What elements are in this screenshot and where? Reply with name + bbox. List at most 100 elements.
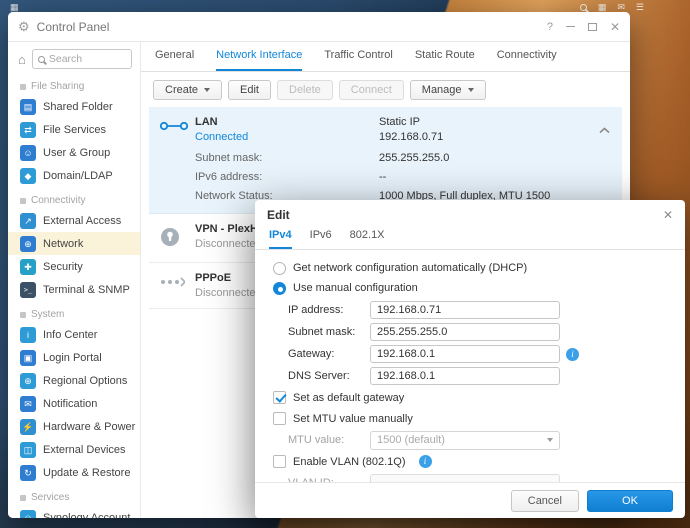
minimize-icon[interactable] [565, 25, 575, 28]
search-input[interactable] [48, 53, 126, 65]
dns-server-row: DNS Server: [288, 366, 667, 386]
section-services: Services [8, 484, 140, 506]
checkbox-mtu-manual[interactable] [273, 412, 286, 425]
ip-address-label: IP address: [288, 304, 344, 316]
tab-ipv6[interactable]: IPv6 [310, 229, 332, 249]
section-icon [20, 83, 26, 90]
delete-button: Delete [277, 80, 333, 100]
interface-row-lan[interactable]: LAN Connected Static IP 192.168.0.71 Sub… [149, 107, 622, 214]
dialog-tab-bar: IPv4 IPv6 802.1X [255, 226, 685, 250]
sidebar-item-notification[interactable]: ✉ Notification [8, 392, 140, 415]
info-icon[interactable]: i [566, 347, 579, 361]
taskbar-left: ▦ [10, 2, 19, 12]
user-group-icon: ☺ [20, 144, 36, 161]
ok-button[interactable]: OK [587, 489, 673, 512]
shared-folder-icon: ▤ [20, 98, 36, 115]
search-icon [37, 55, 45, 63]
terminal-icon: >_ [20, 281, 36, 298]
vlan-option[interactable]: Enable VLAN (802.1Q) i [273, 452, 667, 471]
chevron-up-icon[interactable] [599, 121, 610, 139]
section-icon [20, 197, 26, 204]
subnet-mask-input[interactable] [370, 323, 560, 341]
taskbar-right: ▦ ✉ ☰ [579, 2, 644, 12]
external-access-icon: ↗ [20, 212, 36, 229]
sidebar: ⌂ File Sharing ▤ Shared Folder ⇄ File Se… [8, 42, 141, 518]
sidebar-item-external-devices[interactable]: ◫ External Devices [8, 438, 140, 461]
section-connectivity: Connectivity [8, 187, 140, 209]
tab-general[interactable]: General [155, 49, 194, 71]
sidebar-item-terminal-snmp[interactable]: >_ Terminal & SNMP [8, 278, 140, 301]
sidebar-item-regional-options[interactable]: ⊕ Regional Options [8, 369, 140, 392]
lan-link-icon [159, 121, 189, 131]
detail-row: Subnet mask: 255.255.255.0 [195, 152, 450, 164]
radio-dhcp[interactable] [273, 261, 286, 275]
info-icon[interactable]: i [418, 455, 432, 468]
search-icon[interactable] [579, 3, 587, 11]
sidebar-item-update-restore[interactable]: ↻ Update & Restore [8, 461, 140, 484]
maximize-icon[interactable] [587, 22, 597, 31]
sidebar-item-hardware-power[interactable]: ⚡ Hardware & Power [8, 415, 140, 438]
sidebar-item-file-services[interactable]: ⇄ File Services [8, 118, 140, 141]
widgets-icon[interactable]: ▦ [598, 2, 607, 12]
tab-ipv4[interactable]: IPv4 [269, 229, 292, 249]
network-icon: ⊕ [20, 235, 36, 252]
gateway-input[interactable] [370, 345, 560, 363]
tab-static-route[interactable]: Static Route [415, 49, 475, 71]
manual-option[interactable]: Use manual configuration [273, 278, 667, 298]
dialog-title: Edit [267, 208, 290, 222]
radio-manual[interactable] [273, 281, 286, 295]
mtu-value-label: MTU value: [288, 434, 345, 446]
checkbox-default-gateway[interactable] [273, 391, 286, 404]
help-icon[interactable]: ? [547, 21, 553, 33]
ip-address-row: IP address: [288, 300, 667, 320]
tab-8021x[interactable]: 802.1X [350, 229, 385, 249]
tab-bar: General Network Interface Traffic Contro… [141, 42, 630, 72]
gateway-row: Gateway: i [288, 344, 667, 364]
dhcp-option[interactable]: Get network configuration automatically … [273, 258, 667, 278]
section-icon [20, 494, 26, 501]
pppoe-icon [161, 277, 187, 287]
cancel-button[interactable]: Cancel [510, 489, 579, 512]
section-icon [20, 311, 26, 318]
home-icon[interactable]: ⌂ [18, 53, 26, 66]
sidebar-item-network[interactable]: ⊕ Network [8, 232, 140, 255]
sidebar-item-user-group[interactable]: ☺ User & Group [8, 141, 140, 164]
notifications-icon[interactable]: ✉ [617, 2, 625, 12]
sidebar-item-security[interactable]: ✚ Security [8, 255, 140, 278]
checkbox-vlan[interactable] [273, 455, 286, 468]
close-icon[interactable]: ✕ [610, 20, 620, 34]
sidebar-item-synology-account[interactable]: ☺ Synology Account [8, 506, 140, 518]
account-icon: ☺ [20, 509, 36, 518]
user-menu-icon[interactable]: ☰ [636, 2, 644, 12]
mtu-manual-option[interactable]: Set MTU value manually [273, 409, 667, 428]
dns-server-input[interactable] [370, 367, 560, 385]
sidebar-item-external-access[interactable]: ↗ External Access [8, 209, 140, 232]
sidebar-item-shared-folder[interactable]: ▤ Shared Folder [8, 95, 140, 118]
create-button[interactable]: Create [153, 80, 223, 100]
edit-dialog: Edit ✕ IPv4 IPv6 802.1X Get network conf… [255, 200, 685, 518]
sidebar-item-info-center[interactable]: i Info Center [8, 323, 140, 346]
power-icon: ⚡ [20, 418, 36, 435]
main-menu-icon[interactable]: ▦ [10, 2, 19, 12]
refresh-icon: ↻ [20, 464, 36, 481]
section-system: System [8, 301, 140, 323]
ip-address-input[interactable] [370, 301, 560, 319]
sidebar-item-login-portal[interactable]: ▣ Login Portal [8, 346, 140, 369]
tab-traffic-control[interactable]: Traffic Control [324, 49, 392, 71]
sidebar-search[interactable] [31, 49, 132, 69]
dialog-footer: Cancel OK [255, 482, 685, 518]
manage-button[interactable]: Manage [409, 80, 486, 100]
vlan-id-input [370, 474, 560, 482]
edit-button[interactable]: Edit [228, 80, 271, 100]
tab-connectivity[interactable]: Connectivity [497, 49, 557, 71]
close-icon[interactable]: ✕ [663, 208, 673, 222]
shield-icon: ✚ [20, 258, 36, 275]
sidebar-item-domain-ldap[interactable]: ◆ Domain/LDAP [8, 164, 140, 187]
connect-button: Connect [338, 80, 404, 100]
subnet-mask-label: Subnet mask: [288, 326, 356, 338]
vlan-id-row: VLAN ID: [288, 473, 667, 482]
default-gateway-option[interactable]: Set as default gateway [273, 388, 667, 407]
tab-network-interface[interactable]: Network Interface [216, 49, 303, 71]
info-icon: i [20, 326, 36, 343]
window-titlebar[interactable]: ⚙ Control Panel ? ✕ [8, 12, 630, 42]
